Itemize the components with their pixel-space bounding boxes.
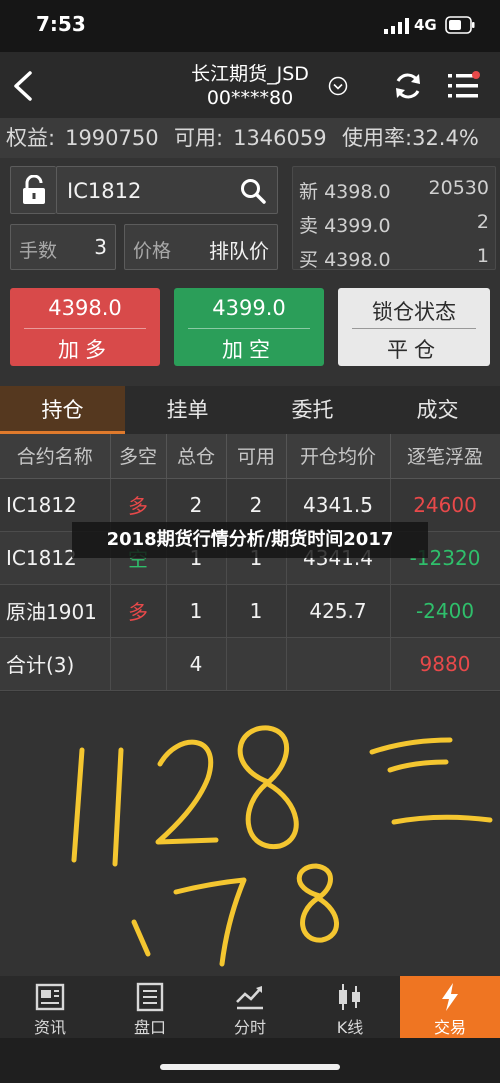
nav-bar: 长江期货_JSD 00****80 <box>0 52 500 122</box>
handwriting-drawing <box>71 725 493 967</box>
status-time: 7:53 <box>36 12 86 36</box>
quantity-value: 3 <box>94 235 107 259</box>
account-summary: 权益: 1990750 可用: 1346059 使用率:32.4% <box>0 118 500 158</box>
available: 可用: 1346059 <box>174 126 327 150</box>
home-indicator-area <box>0 1038 500 1083</box>
positions-table: 合约名称 多空 总仓 可用 开仓均价 逐笔浮盈 IC1812 多 2 2 434… <box>0 434 500 691</box>
lightning-icon <box>442 983 458 1011</box>
equity: 权益: 1990750 <box>6 126 159 150</box>
network-type: 4G <box>414 16 437 34</box>
refresh-icon[interactable] <box>392 70 424 102</box>
buy-long-button[interactable]: 4398.0 加多 <box>10 288 160 366</box>
back-arrow-icon[interactable] <box>10 70 36 102</box>
orderbook-icon <box>136 982 164 1012</box>
tab-pending[interactable]: 挂单 <box>125 386 250 434</box>
lock-close-button[interactable]: 锁仓状态 平仓 <box>338 288 490 366</box>
nav-news[interactable]: 资讯 <box>0 976 100 1038</box>
lock-button[interactable] <box>10 166 56 214</box>
search-icon[interactable] <box>239 177 267 205</box>
tab-positions[interactable]: 持仓 <box>0 386 125 434</box>
watermark-banner: 2018期货行情分析/期货时间2017 <box>72 522 428 558</box>
quote-panel: 新 4398.0 20530 卖 4399.0 2 买 4398.0 1 <box>292 166 496 271</box>
nav-orderbook[interactable]: 盘口 <box>100 976 200 1038</box>
position-tabs: 持仓 挂单 委托 成交 <box>0 386 500 434</box>
usage-rate: 使用率:32.4% <box>342 126 479 150</box>
candlestick-icon <box>339 984 360 1010</box>
quantity-field[interactable]: 手数 3 <box>10 224 116 270</box>
nav-intraday[interactable]: 分时 <box>200 976 300 1038</box>
tab-orders[interactable]: 委托 <box>250 386 375 434</box>
quote-ask: 卖 4399.0 2 <box>299 211 489 237</box>
nav-trade[interactable]: 交易 <box>400 976 500 1038</box>
tab-trades[interactable]: 成交 <box>375 386 500 434</box>
table-row[interactable]: 原油1901 多 1 1 425.7 -2400 <box>0 584 500 638</box>
table-summary-row: 合计(3) 4 9880 <box>0 637 500 691</box>
contract-input[interactable]: IC1812 <box>56 166 278 214</box>
handwriting-area <box>0 692 500 976</box>
order-panel: IC1812 手数 3 价格 排队价 新 4398.0 20530 卖 4399… <box>0 158 500 386</box>
menu-icon[interactable] <box>446 70 480 102</box>
nav-kline[interactable]: K线 <box>300 976 400 1038</box>
chevron-down-icon[interactable] <box>328 76 348 96</box>
home-indicator[interactable] <box>160 1064 340 1070</box>
sell-short-button[interactable]: 4399.0 加空 <box>174 288 324 366</box>
status-bar: 7:53 4G <box>0 0 500 52</box>
battery-icon <box>445 16 475 34</box>
contract-code: IC1812 <box>67 179 142 203</box>
bottom-nav: 资讯 盘口 分时 K线 交易 <box>0 976 500 1038</box>
price-value: 排队价 <box>209 239 269 263</box>
quote-last: 新 4398.0 20530 <box>299 177 489 203</box>
quote-bid: 买 4398.0 1 <box>299 245 489 271</box>
price-field[interactable]: 价格 排队价 <box>124 224 278 270</box>
signal-icon <box>384 18 409 34</box>
lock-icon <box>22 175 45 204</box>
table-header: 合约名称 多空 总仓 可用 开仓均价 逐笔浮盈 <box>0 434 500 479</box>
intraday-chart-icon <box>236 986 263 1010</box>
news-icon <box>35 983 65 1011</box>
